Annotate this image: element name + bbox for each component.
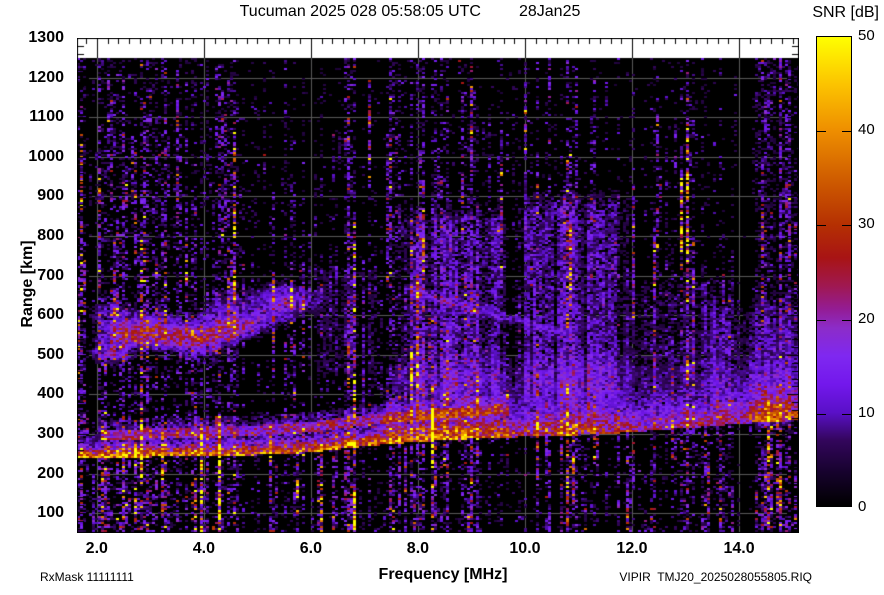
y-tick-label: 600 <box>37 306 64 324</box>
x-tick-label: 14.0 <box>723 540 755 557</box>
y-tick-label: 1100 <box>29 108 64 126</box>
colorbar-tick-label: 40 <box>858 121 875 139</box>
y-tick-label: 700 <box>37 266 64 284</box>
colorbar-tick-label: 20 <box>858 309 875 327</box>
colorbar-tick <box>817 225 826 226</box>
colorbar-gradient <box>817 37 851 506</box>
x-tick-label: 8.0 <box>406 540 430 557</box>
title-text: Tucuman 2025 028 05:58:05 UTC <box>239 3 481 20</box>
colorbar-tick <box>842 320 851 321</box>
x-tick-label: 6.0 <box>299 540 322 557</box>
y-tick-label: 1300 <box>28 29 64 46</box>
colorbar-title: SNR [dB] <box>812 4 879 21</box>
title-date: 28Jan25 <box>518 3 581 20</box>
colorbar-tick-label: 30 <box>858 215 875 233</box>
colorbar-tick <box>842 131 851 132</box>
colorbar-tick <box>842 414 851 415</box>
colorbar-tick-label: 10 <box>858 403 875 421</box>
y-tick-label: 500 <box>37 345 64 363</box>
y-tick-label: 200 <box>37 464 64 482</box>
colorbar-tick-label: 50 <box>858 27 875 44</box>
ionogram-heatmap <box>77 38 799 533</box>
x-tick-label: 2.0 <box>85 540 108 557</box>
colorbar-tick <box>842 225 851 226</box>
x-tick-label: 12.0 <box>616 540 648 557</box>
x-tick-label: 10.0 <box>509 540 541 557</box>
rxmask-label: RxMask 11111111 <box>40 570 134 584</box>
colorbar-tick <box>817 414 826 415</box>
y-tick-label: 300 <box>37 425 64 442</box>
y-tick-label: 1000 <box>28 147 64 165</box>
colorbar-tick <box>817 320 826 321</box>
x-tick-label: 4.0 <box>192 540 215 557</box>
y-tick-label: 400 <box>37 385 64 403</box>
colorbar-tick-label: 0 <box>858 498 867 515</box>
plot-area <box>77 38 799 533</box>
y-tick-label: 1200 <box>28 68 64 86</box>
x-axis-label: Frequency [MHz] <box>378 566 508 583</box>
plot-title: Tucuman 2025 028 05:58:05 UTC 28Jan25 <box>0 3 820 21</box>
colorbar <box>816 36 852 507</box>
y-tick-label: 900 <box>37 187 64 205</box>
filename-label: VIPIR TMJ20_2025028055805.RIQ <box>619 570 812 584</box>
y-tick-label: 100 <box>37 504 64 522</box>
ionogram-app: Tucuman 2025 028 05:58:05 UTC 28Jan25 SNR… <box>0 0 884 595</box>
colorbar-tick <box>817 131 826 132</box>
y-tick-label: 800 <box>37 227 64 244</box>
